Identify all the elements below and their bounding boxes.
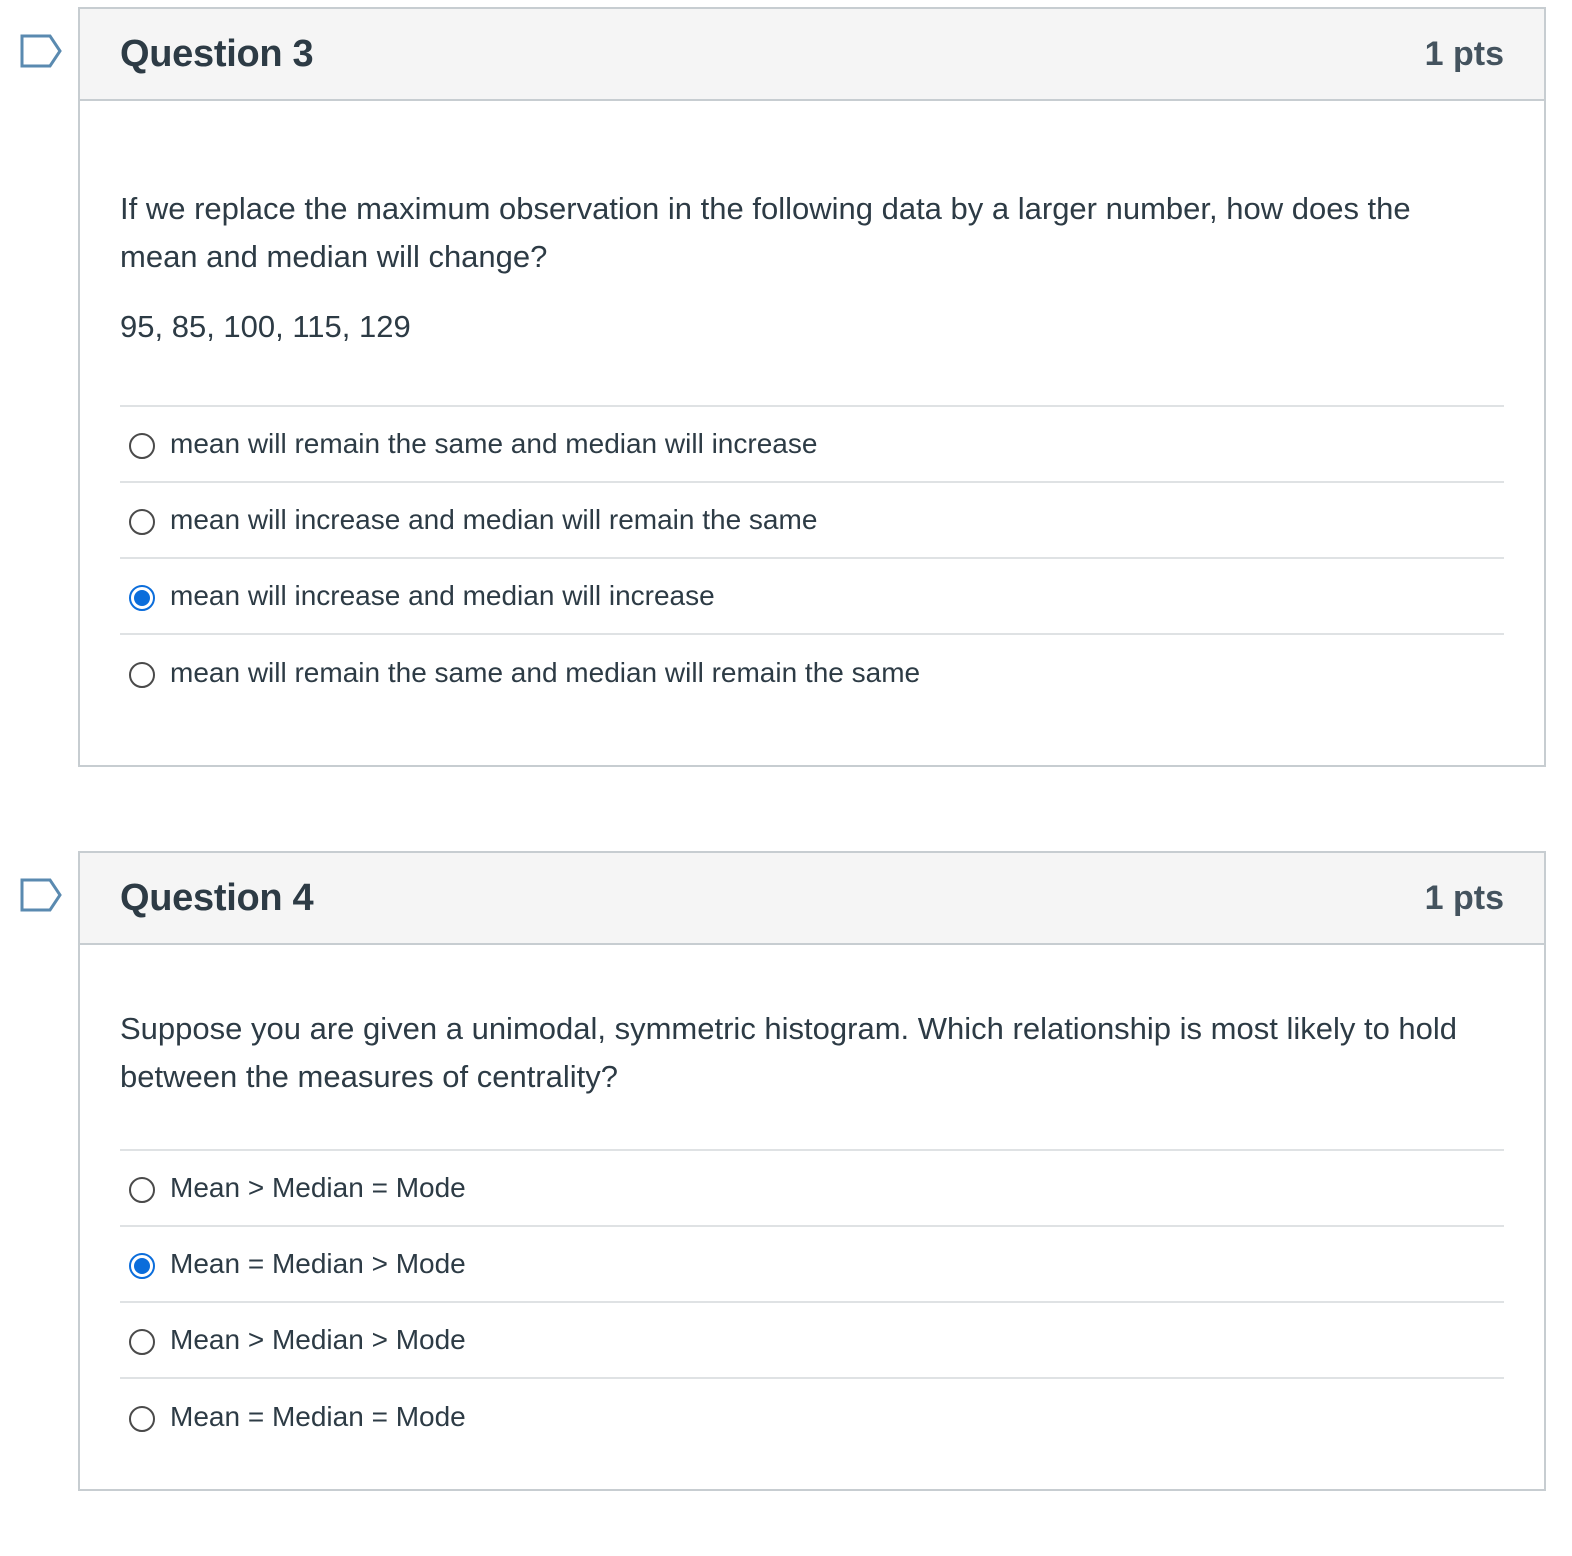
radio-button-checked-icon[interactable] <box>129 585 155 611</box>
radio-button-icon[interactable] <box>129 1329 155 1355</box>
radio-button-icon[interactable] <box>129 433 155 459</box>
question-points: 1 pts <box>1424 34 1504 73</box>
answer-label: Mean > Median > Mode <box>170 1324 466 1355</box>
answer-label: mean will increase and median will incre… <box>170 580 715 611</box>
question-data: 95, 85, 100, 115, 129 <box>120 309 411 344</box>
question-card: Question 3 1 pts If we replace the maxim… <box>78 7 1546 767</box>
answer-label: mean will remain the same and median wil… <box>170 428 818 459</box>
radio-button-icon[interactable] <box>129 1177 155 1203</box>
radio-button-checked-icon[interactable] <box>129 1253 155 1279</box>
flag-question-icon[interactable] <box>20 34 62 68</box>
answer-option[interactable]: mean will remain the same and median wil… <box>120 635 1504 711</box>
question-body: Suppose you are given a unimodal, symmet… <box>80 945 1544 1455</box>
answer-option[interactable]: Mean > Median = Mode <box>120 1151 1504 1227</box>
question-points: 1 pts <box>1424 878 1504 917</box>
answer-option[interactable]: Mean > Median > Mode <box>120 1303 1504 1379</box>
answer-option[interactable]: mean will remain the same and median wil… <box>120 407 1504 483</box>
answer-label: Mean = Median > Mode <box>170 1248 466 1279</box>
flag-question-icon[interactable] <box>20 878 62 912</box>
question-header: Question 3 1 pts <box>80 9 1544 101</box>
question-title: Question 3 <box>120 32 314 75</box>
answer-list: Mean > Median = Mode Mean = Median > Mod… <box>120 1149 1504 1455</box>
question-header: Question 4 1 pts <box>80 853 1544 945</box>
question-text: Suppose you are given a unimodal, symmet… <box>120 1011 1458 1094</box>
question-body: If we replace the maximum observation in… <box>80 101 1544 711</box>
answer-label: Mean = Median = Mode <box>170 1401 466 1432</box>
answer-option[interactable]: mean will increase and median will remai… <box>120 483 1504 559</box>
answer-label: Mean > Median = Mode <box>170 1172 466 1203</box>
answer-option-selected[interactable]: mean will increase and median will incre… <box>120 559 1504 635</box>
radio-button-icon[interactable] <box>129 1406 155 1432</box>
answer-option-selected[interactable]: Mean = Median > Mode <box>120 1227 1504 1303</box>
question-title: Question 4 <box>120 876 314 919</box>
answer-label: mean will increase and median will remai… <box>170 504 818 535</box>
radio-button-icon[interactable] <box>129 662 155 688</box>
answer-list: mean will remain the same and median wil… <box>120 405 1504 711</box>
question-card: Question 4 1 pts Suppose you are given a… <box>78 851 1546 1491</box>
question-text: If we replace the maximum observation in… <box>120 191 1411 274</box>
answer-option[interactable]: Mean = Median = Mode <box>120 1379 1504 1455</box>
radio-button-icon[interactable] <box>129 509 155 535</box>
answer-label: mean will remain the same and median wil… <box>170 657 921 688</box>
